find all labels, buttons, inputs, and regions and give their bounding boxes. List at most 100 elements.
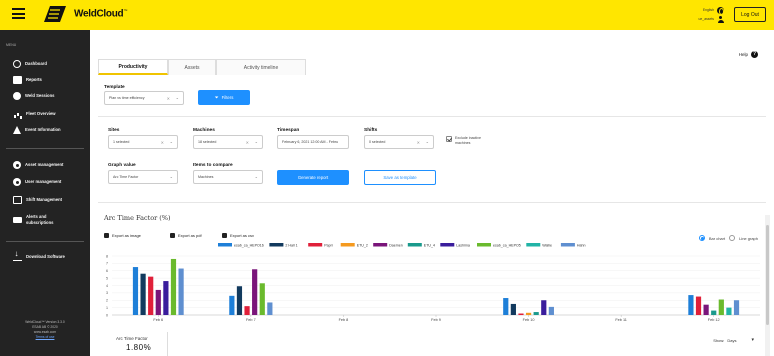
arc-time-factor-chart: esab_ca_HEPO16 2 Hall 1 Papri ETU_2 Daemen ET… [106, 243, 760, 322]
bar [688, 295, 694, 315]
bar [703, 304, 709, 315]
app-brand: WeldCloud™ [74, 8, 128, 20]
bar [726, 307, 732, 315]
bar [244, 306, 250, 315]
bar [229, 295, 235, 315]
bar [695, 296, 702, 315]
sidebar: MENU Dashboard Reports Weld Sessions Fle… [0, 30, 90, 356]
sidebar-divider [6, 241, 84, 242]
alerts-icon [13, 217, 22, 223]
fleet-overview-icon [13, 110, 22, 118]
esab-logo [44, 6, 66, 22]
sidebar-item-label: User management [25, 179, 62, 184]
sidebar-item-reports[interactable]: Reports [13, 76, 42, 84]
y-tick-label: 2 [106, 299, 108, 303]
x-tick-label: Feb 11 [615, 318, 627, 322]
shift-icon [13, 196, 22, 204]
bar [267, 302, 273, 315]
sidebar-item-asset-management[interactable]: Asset management [13, 161, 63, 169]
legend-label: ETU_4 [424, 244, 435, 248]
bar [132, 267, 139, 315]
bar [155, 289, 161, 315]
hamburger-menu-icon[interactable] [12, 8, 25, 19]
x-tick-label: Feb 10 [523, 318, 535, 322]
show-period: Show: Days ▾ [713, 337, 754, 343]
sidebar-item-label: Asset management [25, 162, 64, 167]
show-label: Show: [713, 337, 725, 343]
y-tick-label: 6 [106, 269, 108, 273]
legend-label: 2 Hall 1 [285, 244, 297, 248]
bar [178, 268, 184, 315]
sidebar-item-label: Shift Management [26, 197, 63, 202]
bar [140, 273, 146, 315]
legend-label: ETU_2 [357, 244, 368, 248]
user-icon[interactable] [717, 16, 724, 23]
x-tick-label: Feb 12 [708, 318, 720, 322]
y-tick-label: 4 [106, 284, 108, 288]
sidebar-item-label: Download Software [26, 254, 65, 259]
sidebar-item-shift-management[interactable]: Shift Management [13, 196, 62, 204]
scrollbar-thumb[interactable] [766, 225, 769, 325]
legend-swatch [218, 243, 232, 247]
bar [148, 276, 154, 315]
legend-swatch [560, 243, 575, 247]
sidebar-menu-label: MENU [6, 43, 17, 47]
download-icon [13, 251, 22, 261]
legend-swatch [526, 243, 541, 247]
scrollbar[interactable] [765, 215, 770, 356]
bar [510, 303, 516, 315]
legend-label: Daemen [389, 244, 403, 248]
sidebar-item-download-software[interactable]: Download Software [13, 251, 65, 261]
bar [503, 298, 509, 315]
terms-link[interactable]: Terms of use [0, 335, 90, 340]
bar [548, 306, 554, 315]
bar [711, 310, 717, 315]
bar [236, 286, 243, 315]
legend-swatch [477, 243, 491, 247]
legend-label: Hahn [577, 244, 586, 248]
sidebar-item-label: Event Information [25, 127, 61, 132]
bar [525, 312, 532, 315]
top-bar: WeldCloud™ English ue_assets Log Out [0, 0, 774, 30]
legend-label: Lashima [456, 244, 470, 248]
y-tick-label: 8 [106, 254, 108, 258]
legend-swatch [440, 243, 455, 247]
sidebar-item-event-information[interactable]: Event Information [13, 126, 61, 134]
sidebar-item-weld-sessions[interactable]: Weld Sessions [13, 92, 54, 100]
stat-value: 1.80% [126, 343, 152, 352]
weld-sessions-icon [13, 92, 21, 100]
legend-label: Papri [324, 244, 333, 248]
username-label: ue_assets [698, 17, 714, 21]
clock-icon [13, 60, 21, 68]
logout-button[interactable]: Log Out [734, 7, 766, 22]
sidebar-divider [6, 148, 84, 149]
sidebar-item-alerts[interactable]: Alerts and subscriptions [13, 214, 73, 226]
x-tick-label: Feb 6 [153, 318, 163, 322]
legend-swatch [340, 243, 355, 247]
main-content: Help ? Productivity Assets Activity time… [90, 30, 774, 356]
sidebar-item-label: Reports [26, 77, 42, 82]
sidebar-item-fleet-overview[interactable]: Fleet Overview [13, 110, 56, 118]
chevron-down-icon[interactable]: ▾ [751, 337, 754, 343]
legend-swatch [308, 243, 323, 247]
legend-label: esab_ca_HEPO5 [493, 244, 521, 248]
asset-icon [13, 161, 21, 169]
bar [733, 300, 740, 315]
x-tick-label: Feb 9 [431, 318, 441, 322]
bar [533, 312, 539, 315]
sidebar-item-user-management[interactable]: User management [13, 178, 61, 186]
bar [541, 300, 547, 315]
legend-label: esab_ca_HEPO16 [234, 244, 264, 248]
x-tick-label: Feb 7 [246, 318, 256, 322]
y-tick-label: 0 [106, 313, 108, 317]
bar [252, 269, 258, 315]
globe-icon[interactable] [717, 7, 724, 15]
legend-swatch [407, 243, 422, 247]
user-icon [13, 178, 21, 186]
sidebar-footer: WeldCloud™ Version 3.3.0 ESAB AB © 2020 … [0, 320, 90, 340]
language-label[interactable]: English [703, 6, 714, 15]
sidebar-item-dashboard[interactable]: Dashboard [13, 60, 47, 68]
bar [259, 283, 265, 315]
legend-swatch [373, 243, 388, 247]
show-select[interactable]: Days [727, 338, 736, 343]
